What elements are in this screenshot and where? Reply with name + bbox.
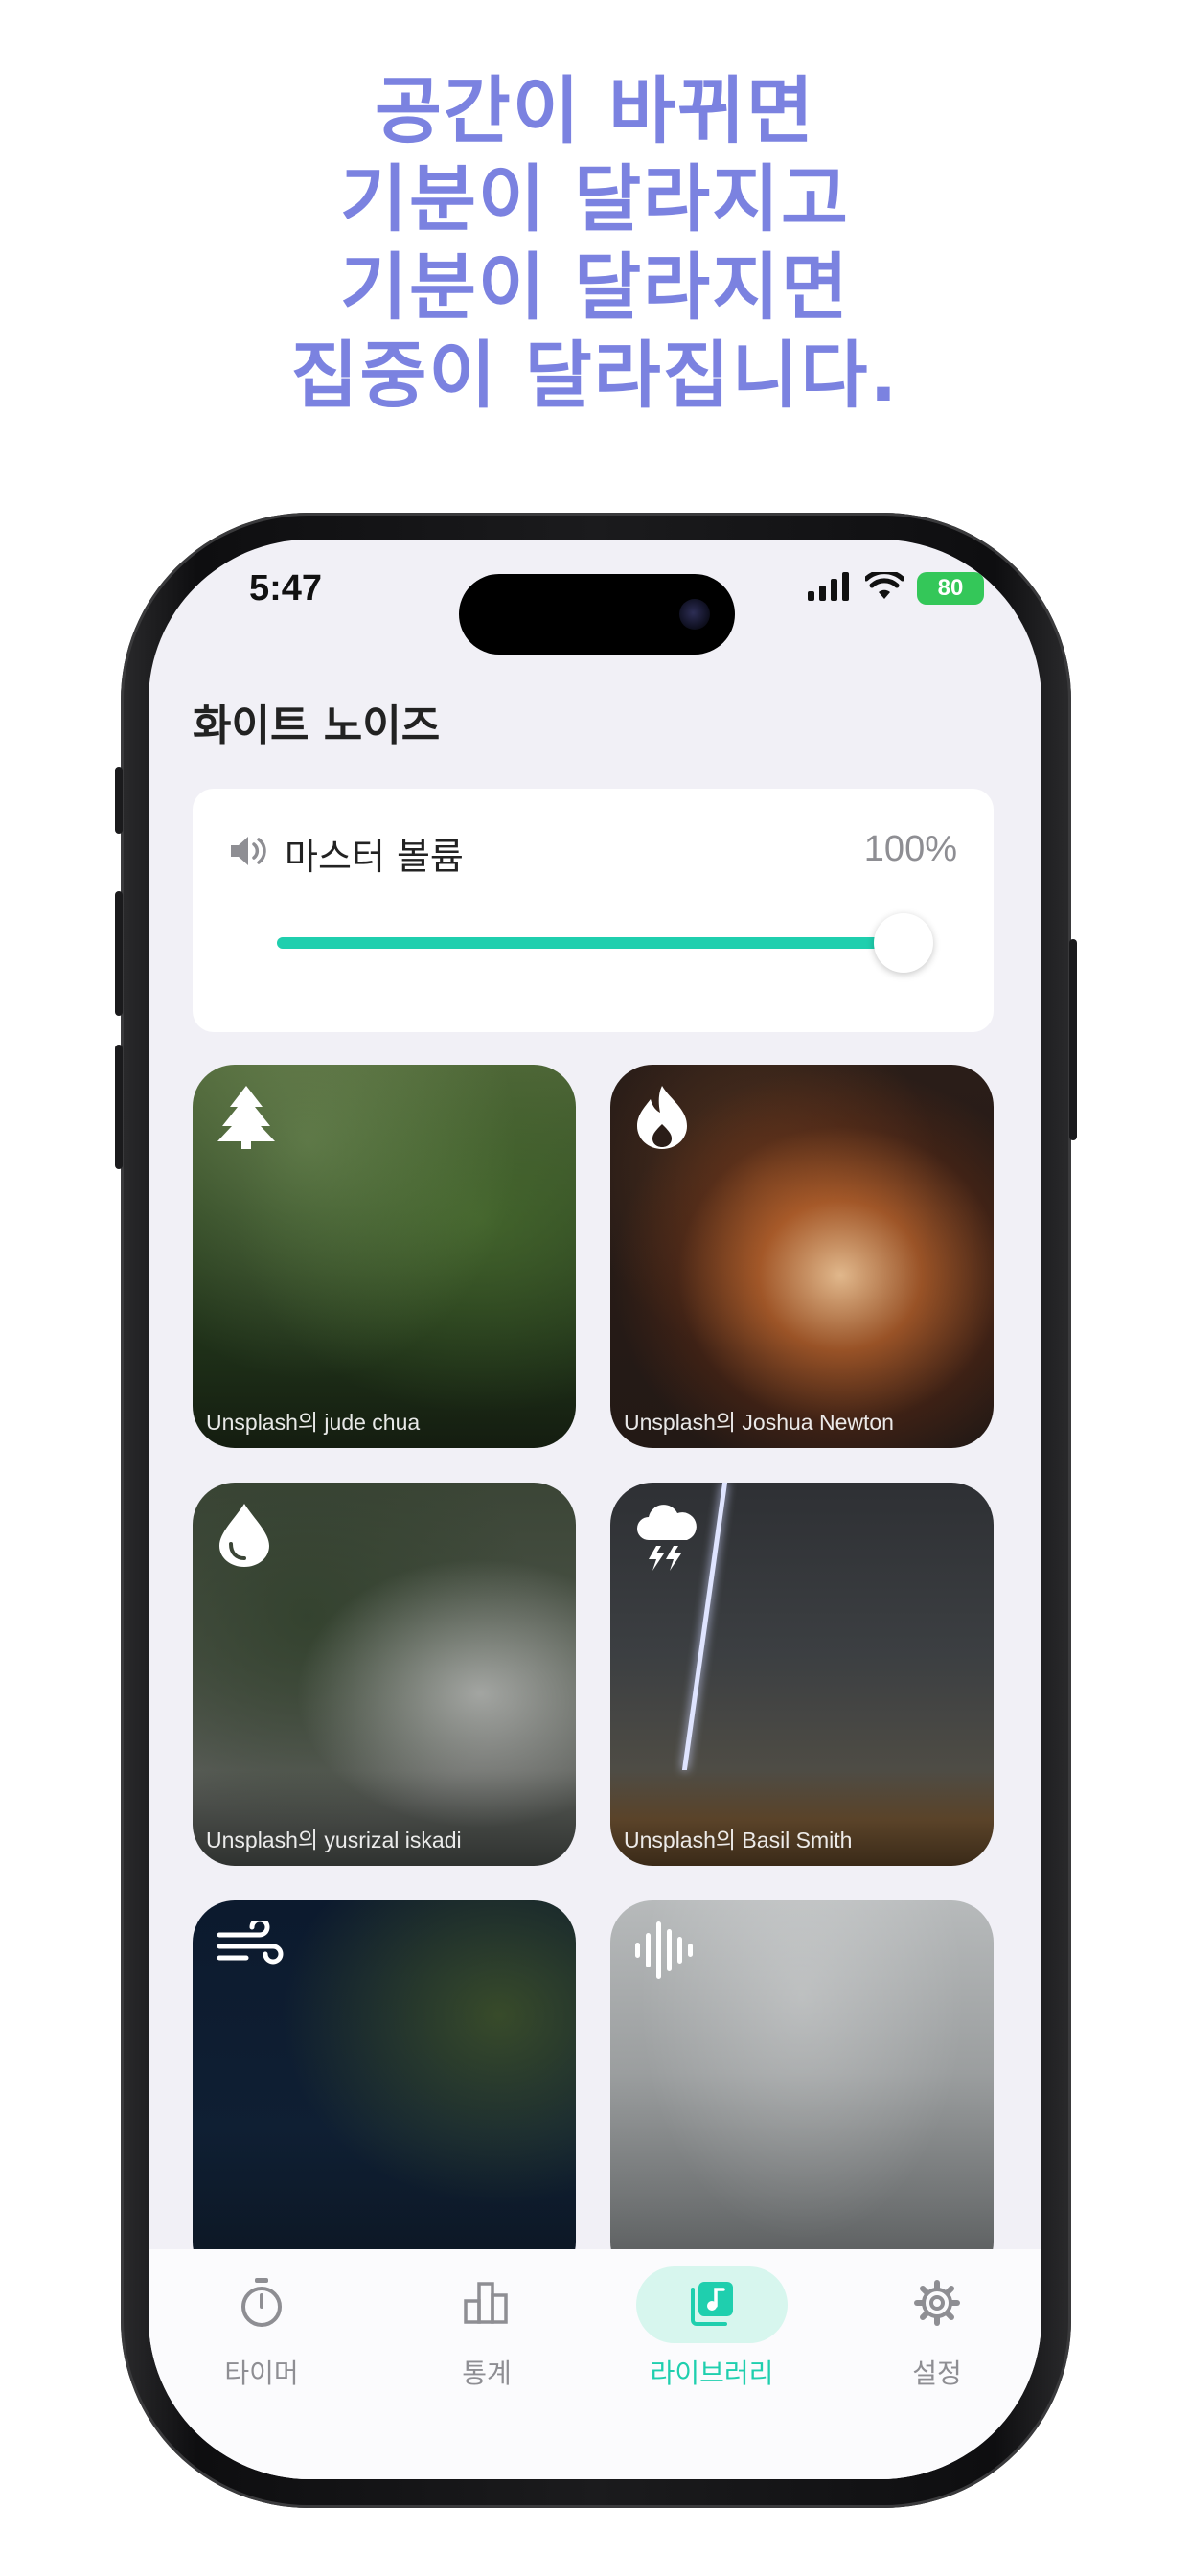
tab-settings-label: 설정 — [912, 2358, 962, 2389]
headline-line-1: 공간이 바뀌면 — [375, 68, 815, 153]
tab-statistics[interactable]: 통계 — [410, 2266, 563, 2401]
speaker-icon — [229, 833, 269, 873]
phone-power-button — [1069, 939, 1077, 1140]
wifi-icon — [863, 569, 905, 605]
sound-tile-rain[interactable]: Unsplash의 yusrizal iskadi — [193, 1483, 576, 1866]
tab-library-icon-wrap — [636, 2266, 788, 2343]
battery-icon: 80 — [917, 572, 984, 605]
tab-library[interactable]: 라이브러리 — [635, 2266, 789, 2401]
slider-thumb[interactable] — [874, 913, 933, 973]
tab-bar: 타이머 통계 라이브러리 설정 — [149, 2249, 1041, 2479]
status-indicators: 80 — [808, 569, 984, 605]
sound-tile-thunderstorm[interactable]: Unsplash의 Basil Smith — [610, 1483, 994, 1866]
tab-settings-icon-wrap — [861, 2266, 1013, 2343]
bar-chart-icon — [464, 2282, 510, 2328]
sound-wave-icon — [635, 1921, 695, 1983]
wind-icon — [217, 1917, 285, 1973]
headline-line-2: 기분이 달라지고 — [340, 156, 850, 242]
water-drop-icon — [217, 1504, 271, 1571]
thunderstorm-icon — [635, 1504, 700, 1576]
master-volume-label: 마스터 볼륨 — [285, 836, 464, 878]
tree-icon — [217, 1086, 275, 1153]
master-volume-slider[interactable] — [277, 913, 933, 973]
sound-tile-wind[interactable] — [193, 1900, 576, 2284]
tab-timer[interactable]: 타이머 — [185, 2266, 338, 2401]
headline: 공간이 바뀌면 기분이 달라지고 기분이 달라지면 집중이 달라집니다. — [0, 67, 1190, 420]
sound-tile-forest[interactable]: Unsplash의 jude chua — [193, 1065, 576, 1448]
photo-credit: Unsplash의 jude chua — [206, 1410, 421, 1435]
tab-settings[interactable]: 설정 — [860, 2266, 1014, 2401]
sound-tile-fire[interactable]: Unsplash의 Joshua Newton — [610, 1065, 994, 1448]
headline-line-3: 기분이 달라지면 — [340, 244, 850, 330]
phone-action-button — [115, 767, 123, 834]
front-camera-icon — [679, 599, 710, 630]
phone-volume-down-button — [115, 1045, 123, 1169]
slider-fill — [277, 937, 904, 949]
headline-line-4: 집중이 달라집니다. — [290, 333, 900, 418]
gear-icon — [914, 2280, 960, 2330]
sound-tile-white-noise[interactable] — [610, 1900, 994, 2284]
page-title: 화이트 노이즈 — [193, 702, 441, 750]
battery-level: 80 — [937, 575, 964, 601]
tab-timer-label: 타이머 — [224, 2358, 299, 2389]
status-time: 5:47 — [249, 568, 323, 609]
phone-volume-up-button — [115, 891, 123, 1016]
tab-timer-icon-wrap — [186, 2266, 337, 2343]
tab-statistics-icon-wrap — [411, 2266, 562, 2343]
tab-statistics-label: 통계 — [462, 2358, 512, 2389]
stopwatch-icon — [240, 2278, 284, 2332]
fire-icon — [635, 1086, 689, 1153]
photo-credit: Unsplash의 Joshua Newton — [624, 1410, 894, 1435]
photo-credit: Unsplash의 yusrizal iskadi — [206, 1828, 462, 1852]
dynamic-island — [459, 574, 735, 655]
music-library-icon — [689, 2280, 735, 2330]
master-volume-card: 마스터 볼륨 100% — [193, 789, 994, 1032]
master-volume-value: 100% — [863, 829, 957, 869]
phone-screen: 5:47 80 화이트 노이즈 마스터 볼륨 100% Unsplash의 ju… — [149, 540, 1041, 2479]
cellular-signal-icon — [808, 572, 852, 605]
tab-library-label: 라이브러리 — [650, 2358, 774, 2389]
photo-credit: Unsplash의 Basil Smith — [624, 1828, 853, 1852]
